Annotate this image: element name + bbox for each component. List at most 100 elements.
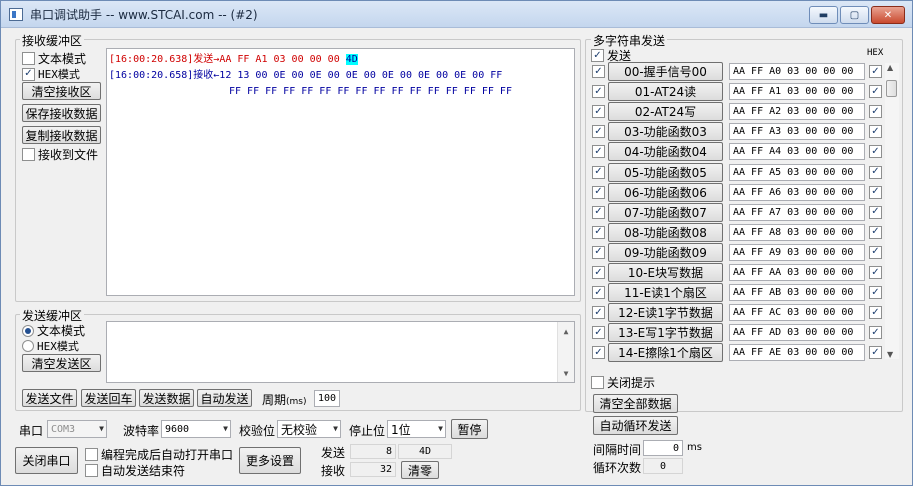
send-file-button[interactable]: 发送文件	[22, 389, 77, 407]
row-data-input[interactable]: AA FF AD 03 00 00 00	[729, 324, 865, 342]
minimize-button[interactable]: ▬	[809, 6, 838, 24]
row-hex-checkbox[interactable]: ✓	[869, 205, 882, 219]
receive-hex-mode-checkbox[interactable]: ✓ HEX模式	[22, 66, 80, 82]
clear-count-button[interactable]: 清零	[401, 461, 439, 479]
row-data-input[interactable]: AA FF AE 03 00 00 00	[729, 344, 865, 362]
send-data-button[interactable]: 发送数据	[139, 389, 194, 407]
close-hint-checkbox[interactable]: 关闭提示	[591, 374, 655, 391]
pause-button[interactable]: 暂停	[451, 419, 488, 439]
row-send-checkbox[interactable]: ✓	[592, 306, 605, 320]
row-send-checkbox[interactable]: ✓	[592, 105, 605, 119]
row-send-checkbox[interactable]: ✓	[592, 85, 605, 99]
auto-open-port-checkbox[interactable]: 编程完成后自动打开串口	[85, 446, 233, 463]
row-hex-checkbox[interactable]: ✓	[869, 125, 882, 139]
row-send-button[interactable]: 00-握手信号00	[608, 62, 723, 81]
interval-input[interactable]: 0	[643, 440, 683, 456]
scroll-down-icon[interactable]: ▼	[887, 350, 893, 359]
row-data-input[interactable]: AA FF A2 03 00 00 00	[729, 103, 865, 121]
row-data-input[interactable]: AA FF A4 03 00 00 00	[729, 143, 865, 161]
row-send-checkbox[interactable]: ✓	[592, 326, 605, 340]
row-data-input[interactable]: AA FF A6 03 00 00 00	[729, 183, 865, 201]
row-data-input[interactable]: AA FF A1 03 00 00 00	[729, 83, 865, 101]
row-send-checkbox[interactable]: ✓	[592, 286, 605, 300]
more-settings-button[interactable]: 更多设置	[239, 447, 301, 474]
row-hex-checkbox[interactable]: ✓	[869, 225, 882, 239]
row-send-button[interactable]: 02-AT24写	[608, 102, 723, 122]
row-hex-checkbox[interactable]: ✓	[869, 346, 882, 360]
scroll-down-icon[interactable]: ▼	[558, 365, 574, 381]
row-send-button[interactable]: 11-E读1个扇区	[608, 283, 723, 303]
row-data-input[interactable]: AA FF A8 03 00 00 00	[729, 223, 865, 241]
row-send-checkbox[interactable]: ✓	[592, 165, 605, 179]
row-send-checkbox[interactable]: ✓	[592, 65, 605, 78]
row-hex-checkbox[interactable]: ✓	[869, 266, 882, 279]
row-send-button[interactable]: 10-E块写数据	[608, 263, 723, 282]
row-send-button[interactable]: 05-功能函数05	[608, 162, 723, 182]
row-hex-checkbox[interactable]: ✓	[869, 245, 882, 259]
row-send-button[interactable]: 04-功能函数04	[608, 142, 723, 162]
parity-select[interactable]: 无校验 ▼	[277, 420, 341, 438]
row-send-checkbox[interactable]: ✓	[592, 125, 605, 139]
save-receive-button[interactable]: 保存接收数据	[22, 104, 101, 122]
scroll-up-icon[interactable]: ▲	[558, 323, 574, 339]
row-send-button[interactable]: 12-E读1字节数据	[608, 303, 723, 323]
send-enter-button[interactable]: 发送回车	[81, 389, 136, 407]
port-select[interactable]: COM3 ▼	[47, 420, 107, 438]
receive-text-mode-checkbox[interactable]: 文本模式	[22, 50, 86, 67]
auto-send-button[interactable]: 自动发送	[197, 389, 252, 407]
clear-all-data-button[interactable]: 清空全部数据	[593, 394, 678, 413]
scroll-thumb[interactable]	[886, 80, 897, 97]
baud-select[interactable]: 9600 ▼	[161, 420, 231, 438]
row-data-input[interactable]: AA FF A0 03 00 00 00	[729, 63, 865, 80]
row-send-button[interactable]: 08-功能函数08	[608, 222, 723, 242]
row-data-input[interactable]: AA FF A5 03 00 00 00	[729, 163, 865, 181]
row-data-input[interactable]: AA FF AB 03 00 00 00	[729, 284, 865, 302]
row-hex-checkbox[interactable]: ✓	[869, 185, 882, 199]
row-hex-checkbox[interactable]: ✓	[869, 105, 882, 119]
send-textarea[interactable]: ▲ ▼	[106, 321, 575, 383]
row-data-input[interactable]: AA FF AC 03 00 00 00	[729, 304, 865, 322]
row-send-checkbox[interactable]: ✓	[592, 225, 605, 239]
copy-receive-button[interactable]: 复制接收数据	[22, 126, 101, 144]
row-send-checkbox[interactable]: ✓	[592, 145, 605, 159]
maximize-button[interactable]: ▢	[840, 6, 869, 24]
send-scrollbar[interactable]: ▲ ▼	[557, 322, 574, 382]
clear-receive-button[interactable]: 清空接收区	[22, 82, 101, 100]
multi-scrollbar[interactable]: ▲ ▼	[885, 63, 899, 359]
row-data-input[interactable]: AA FF AA 03 00 00 00	[729, 264, 865, 281]
receive-to-file-checkbox[interactable]: 接收到文件	[22, 146, 98, 163]
row-hex-checkbox[interactable]: ✓	[869, 326, 882, 340]
row-hex-checkbox[interactable]: ✓	[869, 85, 882, 99]
row-send-checkbox[interactable]: ✓	[592, 185, 605, 199]
row-hex-checkbox[interactable]: ✓	[869, 145, 882, 159]
auto-end-char-checkbox[interactable]: 自动发送结束符	[85, 462, 185, 479]
row-send-button[interactable]: 07-功能函数07	[608, 202, 723, 222]
send-text-mode-radio[interactable]: 文本模式	[22, 322, 85, 339]
row-hex-checkbox[interactable]: ✓	[869, 286, 882, 300]
row-send-checkbox[interactable]: ✓	[592, 205, 605, 219]
close-window-button[interactable]: ✕	[871, 6, 905, 24]
row-hex-checkbox[interactable]: ✓	[869, 165, 882, 179]
row-data-input[interactable]: AA FF A7 03 00 00 00	[729, 203, 865, 221]
row-send-button[interactable]: 14-E擦除1个扇区	[608, 343, 723, 363]
receive-textarea[interactable]: [16:00:20.638]发送→AA FF A1 03 00 00 00 4D…	[106, 48, 575, 296]
row-send-button[interactable]: 01-AT24读	[608, 82, 723, 102]
title-bar[interactable]: 串口调试助手 -- www.STCAI.com -- (#2) ▬ ▢ ✕	[1, 1, 912, 28]
auto-loop-send-button[interactable]: 自动循环发送	[593, 416, 678, 435]
scroll-up-icon[interactable]: ▲	[887, 63, 893, 72]
row-send-checkbox[interactable]: ✓	[592, 266, 605, 279]
row-data-input[interactable]: AA FF A3 03 00 00 00	[729, 123, 865, 141]
row-hex-checkbox[interactable]: ✓	[869, 65, 882, 78]
row-hex-checkbox[interactable]: ✓	[869, 306, 882, 320]
clear-send-button[interactable]: 清空发送区	[22, 354, 101, 372]
stop-bits-select[interactable]: 1位 ▼	[387, 420, 446, 438]
row-data-input[interactable]: AA FF A9 03 00 00 00	[729, 243, 865, 261]
row-send-button[interactable]: 09-功能函数09	[608, 242, 723, 262]
close-port-button[interactable]: 关闭串口	[15, 447, 78, 474]
row-send-checkbox[interactable]: ✓	[592, 346, 605, 360]
row-send-button[interactable]: 13-E写1字节数据	[608, 323, 723, 343]
row-send-checkbox[interactable]: ✓	[592, 245, 605, 259]
row-send-button[interactable]: 03-功能函数03	[608, 122, 723, 142]
send-hex-mode-radio[interactable]: HEX模式	[22, 338, 79, 354]
row-send-button[interactable]: 06-功能函数06	[608, 182, 723, 202]
